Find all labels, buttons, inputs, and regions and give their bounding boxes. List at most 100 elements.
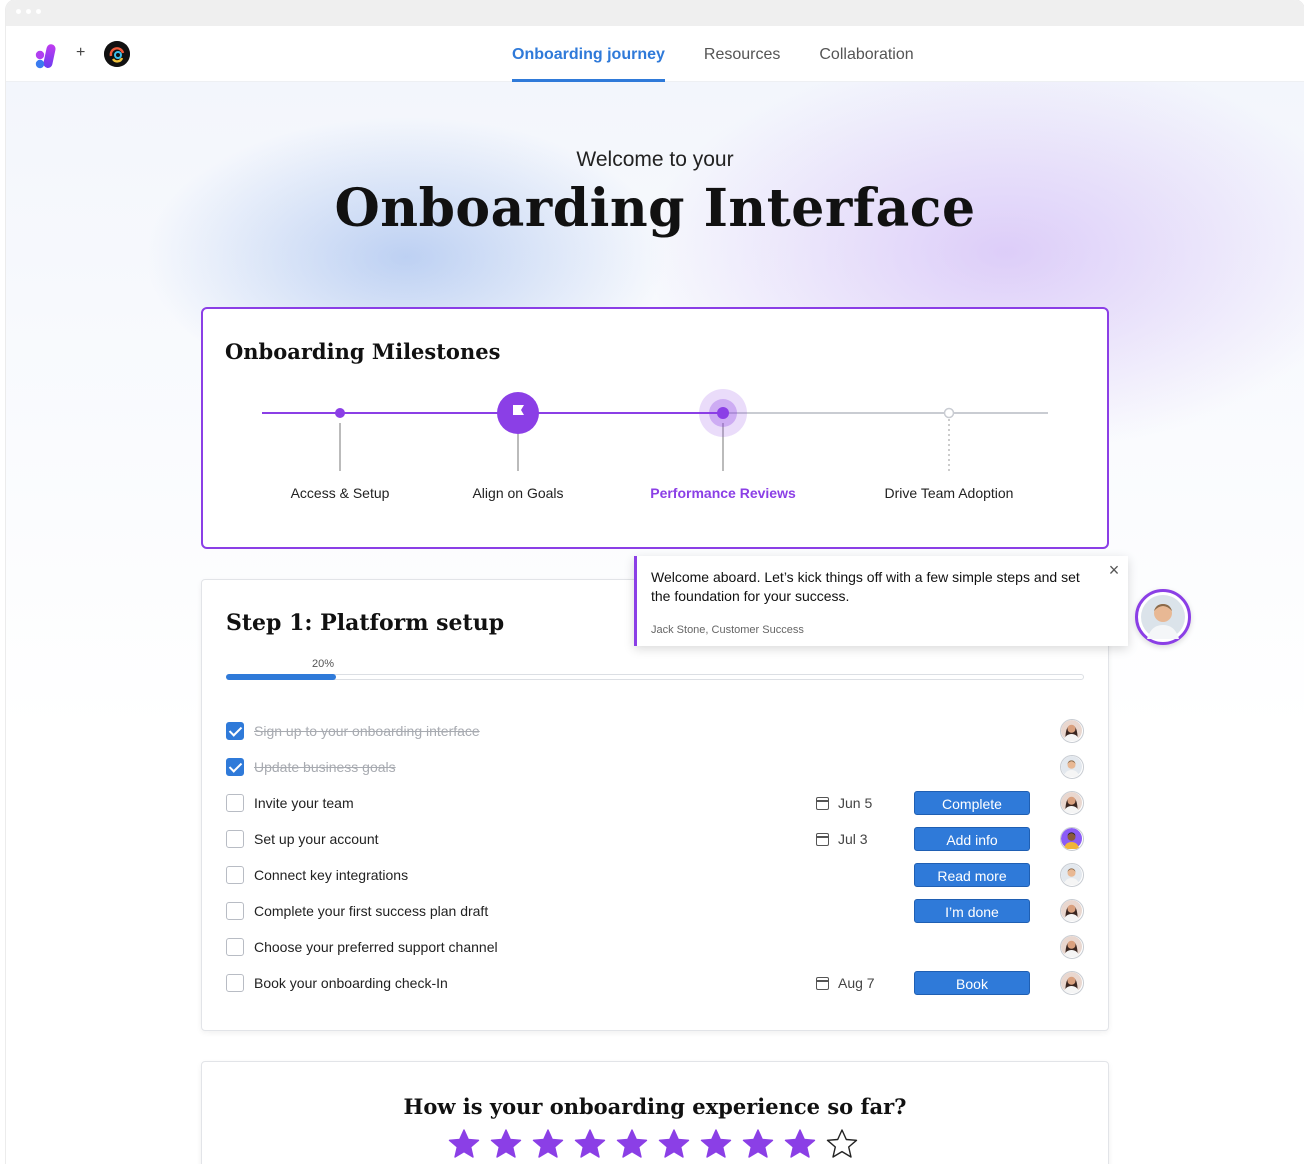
assignee-avatar[interactable] bbox=[1060, 971, 1084, 995]
task-checkbox[interactable] bbox=[226, 866, 244, 884]
window-dot bbox=[36, 9, 41, 14]
star-filled-icon[interactable] bbox=[616, 1128, 648, 1160]
milestone-marker bbox=[717, 407, 729, 419]
task-checkbox[interactable] bbox=[226, 794, 244, 812]
tooltip-author: Jack Stone, Customer Success bbox=[651, 624, 804, 636]
window-dot bbox=[16, 9, 21, 14]
tooltip-message: Welcome aboard. Let’s kick things off wi… bbox=[651, 569, 1080, 604]
star-rating bbox=[448, 1128, 858, 1160]
person-icon bbox=[1141, 595, 1185, 639]
star-filled-icon[interactable] bbox=[490, 1128, 522, 1160]
star-filled-icon[interactable] bbox=[574, 1128, 606, 1160]
task-checkbox[interactable] bbox=[226, 758, 244, 776]
task-row: Update business goals bbox=[226, 755, 1086, 781]
milestone-marker bbox=[335, 408, 345, 418]
task-row: Complete your first success plan draft I’… bbox=[226, 899, 1086, 925]
app-window: + Onboarding journey Resources Collabora… bbox=[6, 0, 1304, 1164]
task-action-button[interactable]: Book bbox=[914, 971, 1030, 995]
task-label: Invite your team bbox=[254, 795, 354, 811]
milestone-marker bbox=[943, 407, 955, 419]
task-due-date: Jul 3 bbox=[816, 831, 868, 847]
task-label: Choose your preferred support channel bbox=[254, 939, 498, 955]
close-icon[interactable]: × bbox=[1106, 561, 1122, 579]
task-label: Set up your account bbox=[254, 831, 379, 847]
page-title: Onboarding Interface bbox=[334, 178, 976, 239]
assignee-avatar[interactable] bbox=[1060, 863, 1084, 887]
task-date-text: Aug 7 bbox=[838, 975, 875, 991]
task-date-text: Jul 3 bbox=[838, 831, 868, 847]
assignee-avatar[interactable] bbox=[1060, 827, 1084, 851]
milestones-card: Onboarding Milestones Access & Setup Alig… bbox=[201, 307, 1109, 549]
task-checkbox[interactable] bbox=[226, 722, 244, 740]
task-due-date: Aug 7 bbox=[816, 975, 875, 991]
star-filled-icon[interactable] bbox=[742, 1128, 774, 1160]
progress-percent: 20% bbox=[312, 658, 335, 670]
task-row: Choose your preferred support channel bbox=[226, 935, 1086, 961]
milestone-label[interactable]: Access & Setup bbox=[291, 485, 390, 501]
task-label: Complete your first success plan draft bbox=[254, 903, 489, 919]
task-label: Sign up to your onboarding interface bbox=[254, 723, 480, 739]
feedback-title: How is your onboarding experience so far… bbox=[403, 1094, 907, 1119]
milestone-label[interactable]: Drive Team Adoption bbox=[885, 485, 1014, 501]
task-checkbox[interactable] bbox=[226, 830, 244, 848]
person-icon bbox=[1061, 828, 1082, 849]
assignee-avatar[interactable] bbox=[1060, 719, 1084, 743]
top-navigation: + Onboarding journey Resources Collabora… bbox=[6, 26, 1304, 82]
task-action-button[interactable]: Complete bbox=[914, 791, 1030, 815]
feedback-card: How is your onboarding experience so far… bbox=[201, 1061, 1109, 1164]
task-action-button[interactable]: I’m done bbox=[914, 899, 1030, 923]
app-logo-icon[interactable] bbox=[34, 42, 58, 70]
calendar-icon bbox=[816, 797, 829, 810]
person-icon bbox=[1061, 900, 1082, 921]
task-action-button[interactable]: Read more bbox=[914, 863, 1030, 887]
star-filled-icon[interactable] bbox=[532, 1128, 564, 1160]
main-tabs: Onboarding journey Resources Collaborati… bbox=[512, 26, 914, 82]
calendar-icon bbox=[816, 833, 829, 846]
task-row: Connect key integrations Read more bbox=[226, 863, 1086, 889]
tab-collaboration[interactable]: Collaboration bbox=[819, 26, 913, 82]
assignee-avatar[interactable] bbox=[1060, 935, 1084, 959]
milestone-label[interactable]: Performance Reviews bbox=[650, 485, 796, 501]
assignee-avatar[interactable] bbox=[1060, 755, 1084, 779]
star-filled-icon[interactable] bbox=[700, 1128, 732, 1160]
welcome-text: Welcome to your bbox=[576, 148, 734, 171]
task-row: Invite your team Jun 5 Complete bbox=[226, 791, 1086, 817]
tab-resources[interactable]: Resources bbox=[704, 26, 780, 82]
progress-fill bbox=[226, 674, 337, 680]
star-filled-icon[interactable] bbox=[784, 1128, 816, 1160]
task-due-date: Jun 5 bbox=[816, 795, 872, 811]
assignee-avatar[interactable] bbox=[1060, 899, 1084, 923]
step-title: Step 1: Platform setup bbox=[226, 610, 505, 636]
person-icon bbox=[1061, 864, 1082, 885]
task-action-button[interactable]: Add info bbox=[914, 827, 1030, 851]
task-label: Update business goals bbox=[254, 759, 396, 775]
step-card: Step 1: Platform setup 20% Sign up to yo… bbox=[201, 579, 1109, 1031]
task-row: Sign up to your onboarding interface bbox=[226, 719, 1086, 745]
logo-plus: + bbox=[76, 44, 86, 61]
task-row: Book your onboarding check-In Aug 7 Book bbox=[226, 971, 1086, 997]
star-filled-icon[interactable] bbox=[448, 1128, 480, 1160]
partner-logo-icon[interactable] bbox=[104, 41, 130, 67]
person-icon bbox=[1061, 936, 1082, 957]
task-checkbox[interactable] bbox=[226, 938, 244, 956]
progress-bar bbox=[226, 674, 1084, 680]
task-date-text: Jun 5 bbox=[838, 795, 873, 811]
task-checkbox[interactable] bbox=[226, 974, 244, 992]
advisor-avatar[interactable] bbox=[1135, 589, 1191, 645]
task-label: Book your onboarding check-In bbox=[254, 975, 448, 991]
task-checkbox[interactable] bbox=[226, 902, 244, 920]
window-dot bbox=[26, 9, 31, 14]
task-label: Connect key integrations bbox=[254, 867, 409, 883]
assignee-avatar[interactable] bbox=[1060, 791, 1084, 815]
task-row: Set up your account Jul 3 Add info bbox=[226, 827, 1086, 853]
milestone-label[interactable]: Align on Goals bbox=[472, 485, 563, 501]
welcome-tooltip: Welcome aboard. Let’s kick things off wi… bbox=[634, 556, 1128, 646]
person-icon bbox=[1061, 972, 1082, 993]
person-icon bbox=[1061, 792, 1082, 813]
person-icon bbox=[1061, 756, 1082, 777]
person-icon bbox=[1061, 720, 1082, 741]
calendar-icon bbox=[816, 977, 829, 990]
star-filled-icon[interactable] bbox=[658, 1128, 690, 1160]
tab-onboarding-journey[interactable]: Onboarding journey bbox=[512, 26, 665, 82]
star-empty-icon[interactable] bbox=[826, 1128, 858, 1160]
